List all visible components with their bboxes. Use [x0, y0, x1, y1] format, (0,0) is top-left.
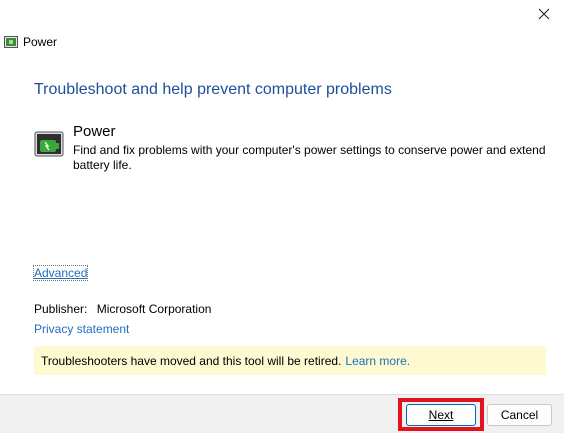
- item-text: Power Find and fix problems with your co…: [73, 122, 550, 173]
- title-row: Power: [4, 34, 57, 50]
- privacy-statement-link[interactable]: Privacy statement: [34, 322, 129, 336]
- advanced-link[interactable]: Advanced: [32, 265, 89, 281]
- page-heading: Troubleshoot and help prevent computer p…: [34, 81, 392, 98]
- troubleshooter-icon: [4, 36, 18, 48]
- publisher-info: Publisher: Microsoft Corporation: [34, 302, 211, 316]
- item-title: Power: [73, 123, 116, 140]
- window-title: Power: [23, 35, 58, 49]
- close-icon: [538, 8, 550, 20]
- troubleshooter-window: Power Troubleshoot and help prevent comp…: [0, 0, 564, 433]
- publisher-value: Microsoft Corporation: [96, 302, 212, 316]
- retirement-notice: Troubleshooters have moved and this tool…: [34, 346, 546, 375]
- item-description: Find and fix problems with your computer…: [73, 143, 546, 172]
- power-troubleshooter-icon: [34, 131, 64, 157]
- close-button[interactable]: [524, 0, 564, 28]
- publisher-label: Publisher:: [34, 302, 88, 316]
- learn-more-link[interactable]: Learn more.: [345, 354, 410, 368]
- troubleshooter-item: Power Find and fix problems with your co…: [34, 122, 550, 173]
- next-button[interactable]: Next: [406, 404, 476, 426]
- cancel-button[interactable]: Cancel: [487, 404, 552, 426]
- footer-bar: Next Cancel: [0, 394, 564, 433]
- notice-text: Troubleshooters have moved and this tool…: [41, 353, 342, 368]
